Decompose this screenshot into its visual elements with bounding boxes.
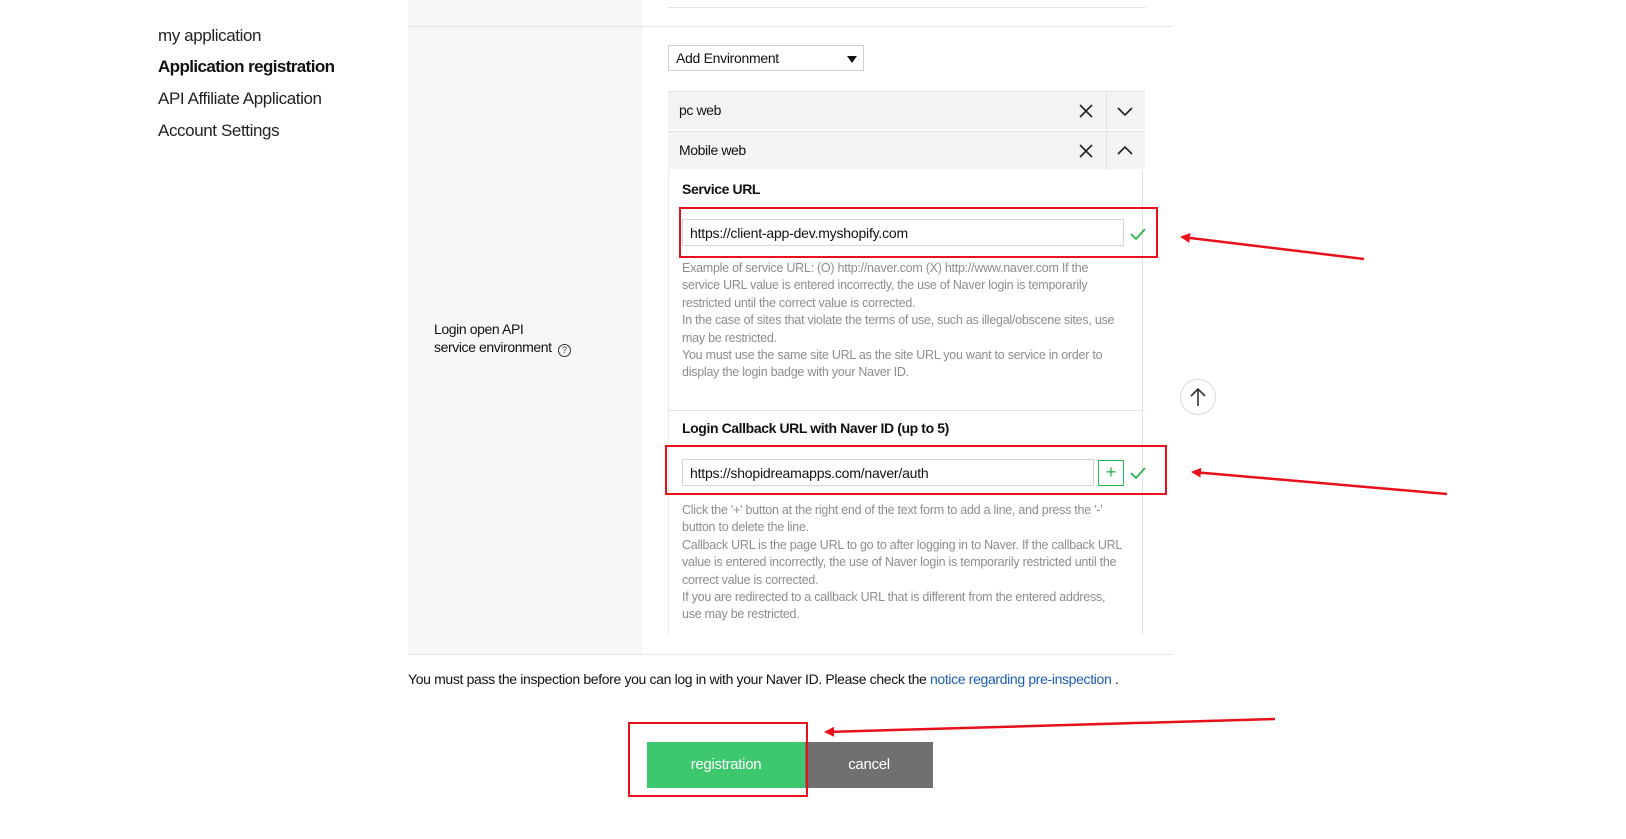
divider	[1106, 92, 1107, 130]
close-icon[interactable]	[1078, 103, 1094, 119]
annotation-box-service-url	[679, 207, 1158, 258]
divider	[668, 410, 1145, 411]
help-icon[interactable]: ?	[557, 344, 571, 357]
sidebar-item-my-application[interactable]: my application	[158, 26, 261, 46]
caret-down-icon	[847, 56, 857, 63]
help-line: Click the '+' button at the right end of…	[682, 503, 1103, 535]
divider	[1106, 132, 1107, 170]
annotation-arrow	[1180, 232, 1365, 261]
close-icon[interactable]	[1078, 143, 1094, 159]
pre-inspection-notice: You must pass the inspection before you …	[408, 671, 1119, 687]
row-label-service-environment: Login open API service environment?	[434, 320, 571, 357]
sidebar-item-application-registration[interactable]: Application registration	[158, 57, 335, 77]
pre-inspection-link[interactable]: notice regarding pre-inspection	[930, 671, 1112, 687]
help-line: In the case of sites that violate the te…	[682, 313, 1115, 345]
add-environment-select[interactable]: Add Environment	[668, 45, 864, 71]
divider	[668, 7, 1146, 8]
annotation-box-registration	[628, 722, 808, 797]
callback-url-help: Click the '+' button at the right end of…	[682, 502, 1127, 624]
cancel-button[interactable]: cancel	[805, 742, 933, 788]
divider	[408, 26, 1172, 27]
chevron-up-icon[interactable]	[1116, 143, 1134, 159]
help-line: You must use the same site URL as the si…	[682, 348, 1103, 380]
add-environment-value: Add Environment	[676, 50, 779, 66]
environment-name: pc web	[679, 102, 721, 118]
environment-row-pc-web[interactable]: pc web	[668, 91, 1145, 130]
help-line: If you are redirected to a callback URL …	[682, 590, 1106, 622]
callback-url-title: Login Callback URL with Naver ID (up to …	[682, 420, 949, 436]
chevron-down-icon[interactable]	[1116, 103, 1134, 119]
environment-row-mobile-web[interactable]: Mobile web	[668, 131, 1145, 170]
arrow-up-icon	[1190, 387, 1206, 406]
divider	[408, 654, 1172, 655]
service-url-title: Service URL	[682, 181, 761, 197]
row-label-line: service environment?	[434, 338, 571, 357]
help-line: Callback URL is the page URL to go to af…	[682, 537, 1122, 587]
environment-name: Mobile web	[679, 142, 746, 158]
scroll-to-top-button[interactable]	[1180, 379, 1216, 415]
annotation-arrow	[824, 717, 1276, 737]
notice-text: You must pass the inspection before you …	[408, 671, 930, 687]
sidebar-item-account-settings[interactable]: Account Settings	[158, 121, 280, 141]
annotation-box-callback-url	[665, 445, 1167, 495]
row-label-text: service environment	[434, 339, 552, 355]
service-url-help: Example of service URL: (O) http://naver…	[682, 260, 1127, 382]
sidebar-item-api-affiliate-application[interactable]: API Affiliate Application	[158, 89, 322, 109]
annotation-arrow	[1191, 467, 1448, 496]
row-label-line: Login open API	[434, 321, 524, 337]
notice-suffix: .	[1111, 671, 1119, 687]
help-line: Example of service URL: (O) http://naver…	[682, 261, 1089, 310]
